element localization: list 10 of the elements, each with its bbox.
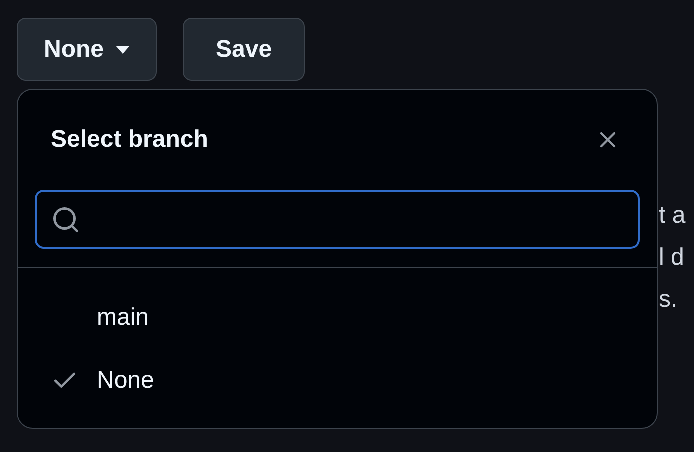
- branch-option[interactable]: main: [18, 286, 657, 349]
- description-text: l d: [659, 243, 684, 273]
- search-field[interactable]: [35, 190, 640, 249]
- caret-icon: [116, 46, 130, 54]
- description-text: t a: [659, 201, 686, 231]
- branch-dropdown-button[interactable]: None: [17, 18, 157, 81]
- search-icon: [51, 204, 81, 234]
- description-text: s.: [659, 285, 678, 315]
- popup-title: Select branch: [51, 125, 208, 155]
- save-button[interactable]: Save: [183, 18, 306, 81]
